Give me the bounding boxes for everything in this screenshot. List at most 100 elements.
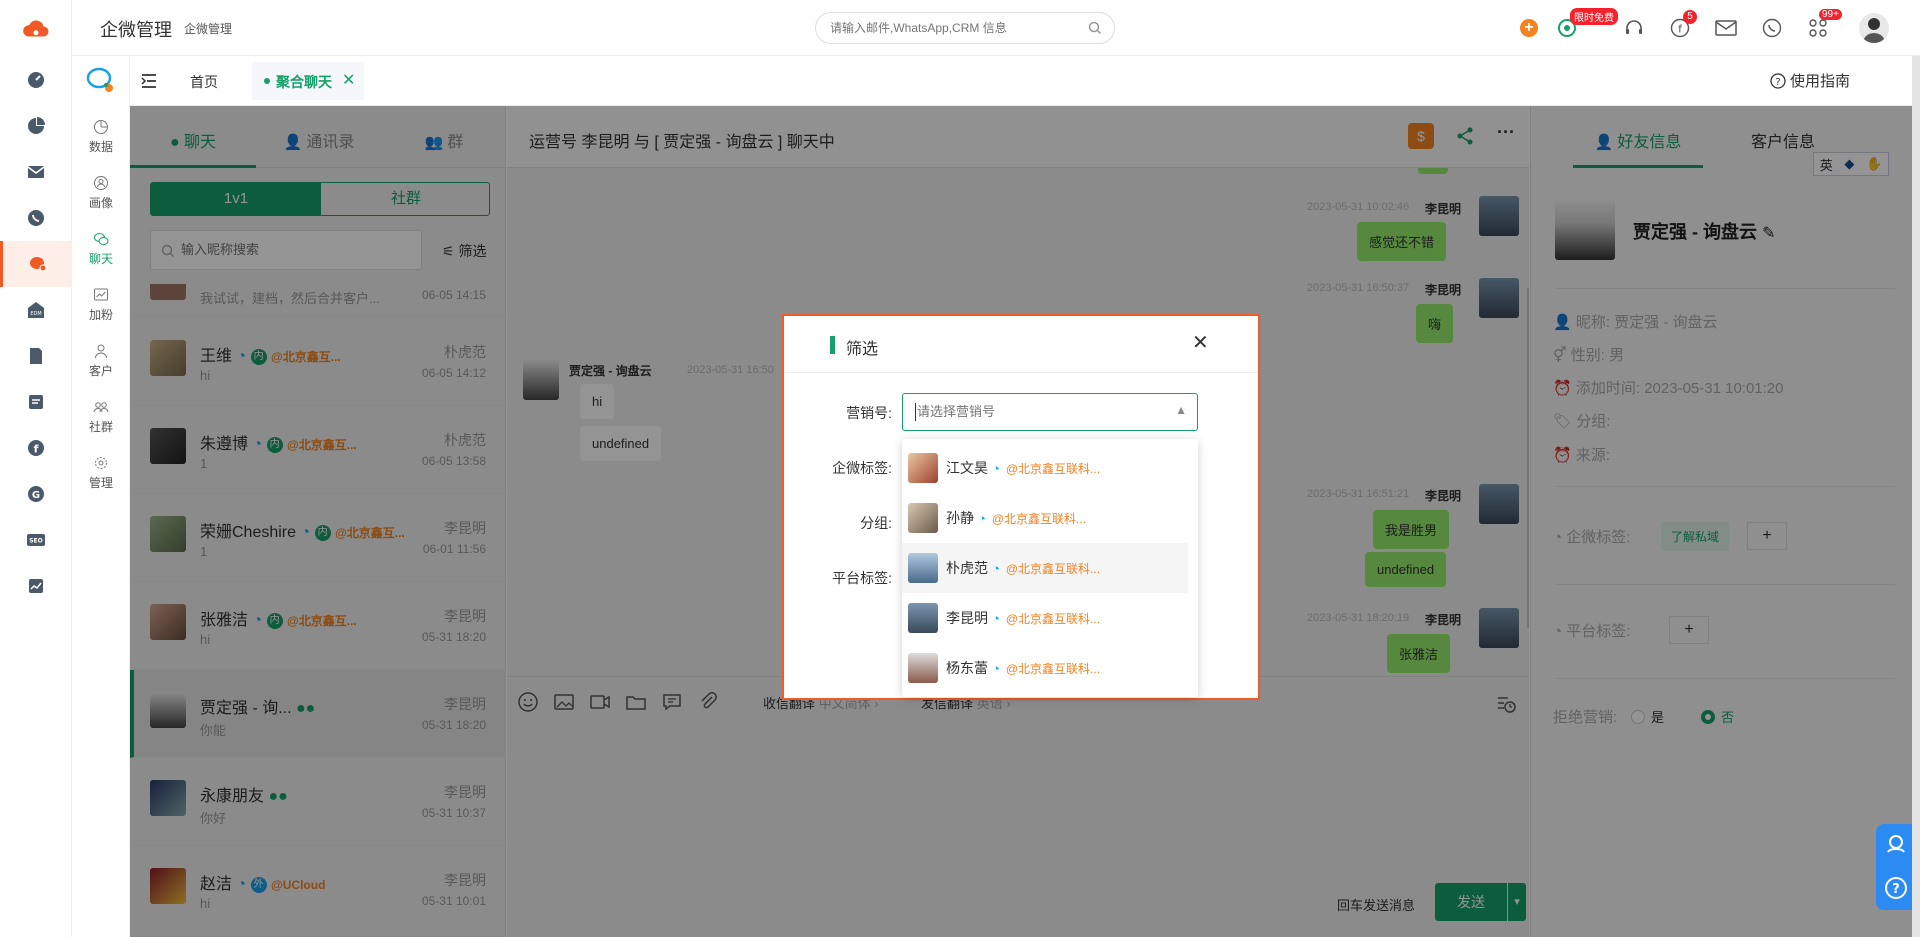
modal-divider [784, 372, 1258, 373]
wecom-bubble-icon: ◔ [992, 660, 1000, 676]
svg-text:f: f [34, 443, 39, 456]
customer-service-icon[interactable] [1884, 832, 1908, 856]
app-subtitle: 企微管理 [184, 22, 233, 36]
chat-bubbles-icon [94, 233, 109, 245]
wecom-bubble-icon: ◔ [992, 460, 1000, 476]
close-tab-icon[interactable]: ✕ [342, 70, 355, 90]
wecom-logo-icon [86, 67, 113, 92]
apps-badge: 99+ [1819, 9, 1842, 20]
search-icon[interactable] [1088, 21, 1102, 35]
global-search[interactable] [815, 12, 1115, 44]
tab-aggregate-chat[interactable]: 聚合聊天 ✕ [252, 62, 364, 100]
whatsapp-icon[interactable] [0, 195, 72, 241]
account-dropdown: 江文昊 ◔ @北京鑫互联科... 孙静 ◔ @北京鑫互联科... 朴虎范 ◔ @… [902, 439, 1198, 697]
apps-icon[interactable] [1808, 18, 1828, 38]
title-accent-bar [830, 336, 835, 354]
dropdown-arrow [944, 432, 958, 439]
dropdown-option[interactable]: 江文昊 ◔ @北京鑫互联科... [902, 443, 1188, 493]
google-icon[interactable]: G [0, 471, 72, 517]
account-select-input[interactable] [917, 404, 1157, 419]
subnav-chat[interactable]: 聊天 [72, 225, 130, 275]
page-scrollbar[interactable] [1912, 56, 1920, 937]
option-avatar [908, 653, 938, 683]
facebook-badge: 5 [1683, 10, 1697, 24]
main-rail: EDM f G SEO [0, 0, 72, 937]
add-icon[interactable]: + [1520, 19, 1538, 37]
analytics-icon[interactable] [0, 563, 72, 609]
user-guide-link[interactable]: ? 使用指南 [1770, 70, 1850, 91]
wecom-bubble-icon: ◔ [992, 560, 1000, 576]
gear-icon [95, 457, 107, 469]
option-avatar [908, 453, 938, 483]
subnav-portrait[interactable]: 画像 [72, 169, 130, 219]
option-org: @北京鑫互联科... [991, 511, 1087, 526]
option-org: @北京鑫互联科... [1005, 661, 1101, 676]
subnav-fans[interactable]: 加粉 [72, 281, 130, 331]
subnav-portrait-label: 画像 [88, 196, 113, 210]
user-avatar[interactable] [1859, 13, 1889, 43]
facebook-icon[interactable]: f [0, 425, 72, 471]
filter-modal: 筛选 ✕ 营销号: 企微标签: 分组: 平台标签: ▲ 江文昊 ◔ @北京鑫互联… [782, 314, 1260, 700]
svg-text:?: ? [1892, 882, 1900, 897]
brand-logo-icon[interactable] [0, 6, 72, 52]
option-name: 江文昊 [946, 460, 988, 476]
svg-text:f: f [1678, 23, 1683, 36]
dropdown-option[interactable]: 李昆明 ◔ @北京鑫互联科... [902, 593, 1188, 643]
svg-text:SEO: SEO [29, 538, 43, 545]
subnav-community[interactable]: 社群 [72, 393, 130, 443]
help-question-icon[interactable]: ? [1884, 876, 1908, 900]
mail-top-icon[interactable] [1715, 19, 1737, 37]
subnav-community-label: 社群 [88, 420, 113, 434]
svg-text:?: ? [1775, 77, 1780, 88]
wecom-bubble-icon: ◔ [992, 610, 1000, 626]
account-select[interactable]: ▲ [902, 393, 1198, 431]
option-name: 孙静 [946, 510, 974, 526]
wecom-bubble-icon: ◔ [978, 510, 986, 526]
dropdown-option[interactable]: 孙静 ◔ @北京鑫互联科... [902, 493, 1188, 543]
mail-icon[interactable] [0, 149, 72, 195]
option-name: 李昆明 [946, 610, 988, 626]
close-modal-icon[interactable]: ✕ [1192, 330, 1209, 355]
portrait-icon [94, 176, 108, 190]
text-cursor [915, 403, 916, 421]
subnav-chat-label: 聊天 [88, 252, 113, 266]
whatsapp-top-icon[interactable] [1762, 18, 1782, 38]
platform-tag-filter-label: 平台标签: [832, 570, 892, 586]
report-pie-icon[interactable] [0, 103, 72, 149]
tab-aggregate-chat-label: 聚合聊天 [276, 74, 332, 90]
headset-icon[interactable] [1624, 18, 1644, 38]
dashboard-icon[interactable] [0, 57, 72, 103]
document-icon[interactable] [0, 333, 72, 379]
subnav-manage-label: 管理 [88, 476, 113, 490]
svg-text:EDM: EDM [30, 311, 41, 317]
wecom-chat-icon[interactable] [0, 241, 72, 287]
page-tab-bar: 首页 聚合聊天 ✕ ? 使用指南 [130, 56, 1920, 106]
subnav-customer-label: 客户 [88, 364, 113, 378]
svg-text:G: G [32, 490, 40, 501]
subnav-manage[interactable]: 管理 [72, 449, 130, 499]
dropdown-option-hovered[interactable]: 朴虎范 ◔ @北京鑫互联科... [902, 543, 1188, 593]
dropdown-option[interactable]: 杨东蕾 ◔ @北京鑫互联科... [902, 643, 1188, 693]
form-icon[interactable] [0, 379, 72, 425]
option-org: @北京鑫互联科... [1005, 561, 1101, 576]
caret-up-icon[interactable]: ▲ [1175, 403, 1187, 417]
option-avatar [908, 503, 938, 533]
subnav-fans-label: 加粉 [88, 308, 113, 322]
option-org: @北京鑫互联科... [1005, 461, 1101, 476]
collapse-menu-icon[interactable] [140, 72, 158, 90]
group-icon [93, 402, 109, 413]
option-name: 杨东蕾 [946, 660, 988, 676]
wecom-subnav: 数据 画像 聊天 加粉 客户 社群 管理 [72, 56, 130, 937]
edm-icon[interactable]: EDM [0, 287, 72, 333]
subnav-customer[interactable]: 客户 [72, 337, 130, 387]
chart-pie-icon [94, 120, 108, 134]
tab-home[interactable]: 首页 [190, 72, 218, 92]
subnav-data[interactable]: 数据 [72, 113, 130, 163]
free-badge: 限时免费 [1570, 8, 1618, 25]
seo-icon[interactable]: SEO [0, 517, 72, 563]
active-dot [264, 78, 270, 84]
global-search-input[interactable] [830, 19, 1080, 37]
user-guide-label: 使用指南 [1790, 73, 1851, 90]
app-title: 企微管理 [100, 20, 172, 40]
option-avatar [908, 603, 938, 633]
